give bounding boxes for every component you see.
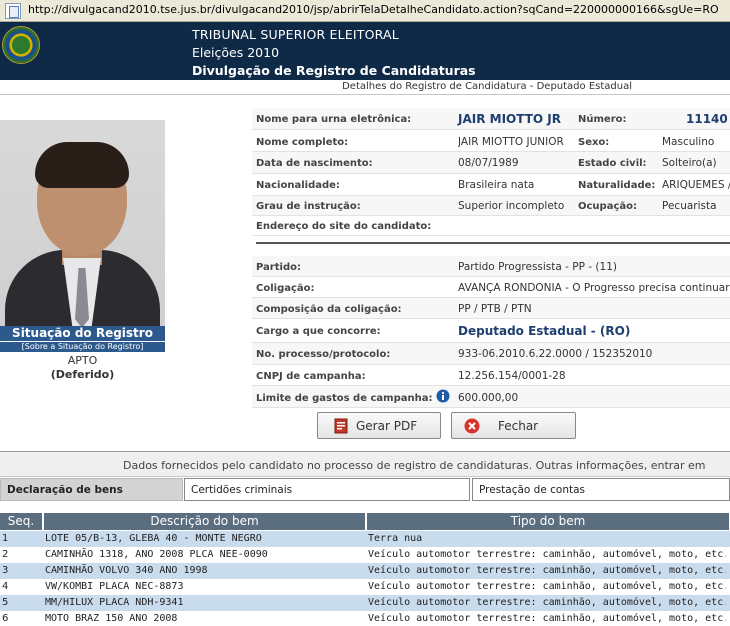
naturalidade-value: ARIQUEMES / <box>662 179 730 191</box>
system-title: Divulgação de Registro de Candidaturas <box>192 63 476 78</box>
col-tipo-header: Tipo do bem <box>367 513 730 530</box>
gerar-pdf-label: Gerar PDF <box>356 419 418 433</box>
info-strip: Dados fornecidos pelo candidato no proce… <box>0 451 730 477</box>
nacionalidade-value: Brasileira nata <box>458 179 535 191</box>
naturalidade-label: Naturalidade: <box>578 180 656 191</box>
limite-value: 600.000,00 <box>458 392 519 404</box>
sexo-label: Sexo: <box>578 137 610 148</box>
ocupacao-value: Pecuarista <box>662 200 717 212</box>
desc-cell: CAMINHÃO 1318, ANO 2008 PLCA NEE-0090 <box>45 549 268 560</box>
desc-cell: VW/KOMBI PLACA NEC-8873 <box>45 581 184 592</box>
org-name: TRIBUNAL SUPERIOR ELEITORAL <box>192 27 399 42</box>
tipo-cell: Terra nua <box>368 533 423 544</box>
url-text[interactable]: http://divulgacand2010.tse.jus.br/divulg… <box>28 3 719 16</box>
situacao-detail: (Deferido) <box>50 368 115 381</box>
estado-civil-label: Estado civil: <box>578 158 647 169</box>
cargo-value: Deputado Estadual - (RO) <box>458 324 631 338</box>
nome-urna-value: JAIR MIOTTO JR <box>458 112 561 126</box>
seq-cell: 1 <box>2 533 9 544</box>
situacao-link[interactable]: [Sobre a Situação do Registro] <box>0 342 165 352</box>
page-subtitle: Detalhes do Registro de Candidatura - De… <box>342 81 632 92</box>
table-row: 5 MM/HILUX PLACA NDH-9341 Veículo automo… <box>0 595 730 611</box>
seq-cell: 3 <box>2 565 9 576</box>
table-row: 6 MOTO BRAZ 150 ANO 2008 Veículo automot… <box>0 611 730 626</box>
situacao-title: Situação do Registro <box>0 326 165 341</box>
fechar-button[interactable]: Fechar <box>451 412 576 439</box>
composicao-label: Composição da coligação: <box>256 304 402 315</box>
site-label: Endereço do site do candidato: <box>256 221 432 232</box>
seq-cell: 2 <box>2 549 9 560</box>
tipo-cell: Veículo automotor terrestre: caminhão, a… <box>368 597 726 608</box>
seq-cell: 5 <box>2 597 9 608</box>
fechar-label: Fechar <box>498 419 539 433</box>
page-header: TRIBUNAL SUPERIOR ELEITORAL Eleições 201… <box>0 22 730 80</box>
nome-completo-value: JAIR MIOTTO JUNIOR <box>458 136 564 148</box>
desc-cell: LOTE 05/B-13, GLEBA 40 - MONTE NEGRO <box>45 533 262 544</box>
cnpj-label: CNPJ de campanha: <box>256 371 366 382</box>
partido-label: Partido: <box>256 262 301 273</box>
coligacao-value: AVANÇA RONDONIA - O Progresso precisa co… <box>458 282 730 294</box>
tab-prestacao-contas[interactable]: Prestação de contas <box>472 478 730 501</box>
col-descricao-header: Descrição do bem <box>44 513 366 530</box>
tipo-cell: Veículo automotor terrestre: caminhão, a… <box>368 565 726 576</box>
estado-civil-value: Solteiro(a) <box>662 157 717 169</box>
nascimento-label: Data de nascimento: <box>256 158 373 169</box>
gerar-pdf-button[interactable]: Gerar PDF <box>317 412 441 439</box>
table-row: 2 CAMINHÃO 1318, ANO 2008 PLCA NEE-0090 … <box>0 547 730 563</box>
instrucao-label: Grau de instrução: <box>256 201 361 212</box>
address-bar[interactable]: http://divulgacand2010.tse.jus.br/divulg… <box>0 0 730 22</box>
situacao-status: APTO <box>67 354 98 367</box>
limite-label: Limite de gastos de campanha: <box>256 393 433 404</box>
candidate-photo <box>0 120 165 327</box>
composicao-value: PP / PTB / PTN <box>458 303 532 315</box>
page-subtitle-bar: Detalhes do Registro de Candidatura - De… <box>0 80 730 95</box>
cnpj-value: 12.256.154/0001-28 <box>458 370 566 382</box>
tipo-cell: Veículo automotor terrestre: caminhão, a… <box>368 581 726 592</box>
section-divider <box>256 242 730 244</box>
instrucao-value: Superior incompleto <box>458 200 565 212</box>
nome-urna-label: Nome para urna eletrônica: <box>256 114 412 125</box>
seq-cell: 6 <box>2 613 9 624</box>
tab-declaracao-bens[interactable]: Declaração de bens <box>0 478 183 501</box>
numero-label: Número: <box>578 114 627 125</box>
processo-value: 933-06.2010.6.22.0000 / 152352010 <box>458 348 653 360</box>
info-text: Dados fornecidos pelo candidato no proce… <box>123 459 706 472</box>
table-row: 3 CAMINHÃO VOLVO 340 ANO 1998 Veículo au… <box>0 563 730 579</box>
tab-certidoes-criminais[interactable]: Certidões criminais <box>184 478 470 501</box>
col-seq-header: Seq. <box>0 513 43 530</box>
table-row: 1 LOTE 05/B-13, GLEBA 40 - MONTE NEGRO T… <box>0 531 730 547</box>
close-icon <box>464 418 480 434</box>
pdf-icon <box>334 418 348 434</box>
election-name: Eleições 2010 <box>192 45 280 60</box>
nacionalidade-label: Nacionalidade: <box>256 180 340 191</box>
processo-label: No. processo/protocolo: <box>256 349 391 360</box>
sexo-value: Masculino <box>662 136 715 148</box>
desc-cell: MOTO BRAZ 150 ANO 2008 <box>45 613 178 624</box>
nome-completo-label: Nome completo: <box>256 137 349 148</box>
info-icon[interactable] <box>436 389 450 403</box>
tipo-cell: Veículo automotor terrestre: caminhão, a… <box>368 549 726 560</box>
table-row: 4 VW/KOMBI PLACA NEC-8873 Veículo automo… <box>0 579 730 595</box>
tipo-cell: Veículo automotor terrestre: caminhão, a… <box>368 613 726 624</box>
cargo-label: Cargo a que concorre: <box>256 326 381 337</box>
photo-hair <box>35 142 129 188</box>
desc-cell: CAMINHÃO VOLVO 340 ANO 1998 <box>45 565 208 576</box>
brazil-seal-icon <box>2 26 40 64</box>
seq-cell: 4 <box>2 581 9 592</box>
ocupacao-label: Ocupação: <box>578 201 637 212</box>
desc-cell: MM/HILUX PLACA NDH-9341 <box>45 597 184 608</box>
nascimento-value: 08/07/1989 <box>458 157 519 169</box>
coligacao-label: Coligação: <box>256 283 315 294</box>
numero-value: 11140 <box>686 112 728 126</box>
page-icon <box>5 3 21 19</box>
partido-value: Partido Progressista - PP - (11) <box>458 261 617 273</box>
